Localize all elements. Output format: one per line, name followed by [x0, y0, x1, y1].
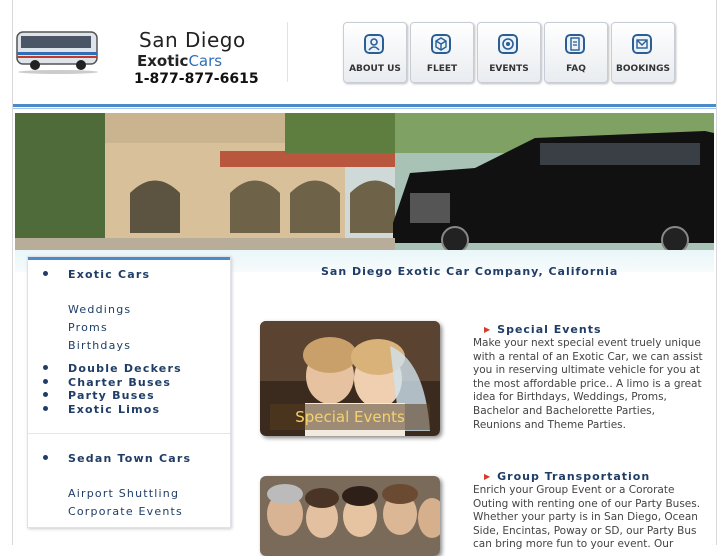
box-icon — [431, 34, 451, 54]
banner-image — [15, 113, 714, 250]
nav-label: ABOUT US — [349, 64, 401, 74]
envelope-icon — [632, 34, 652, 54]
arrow-right-icon: ▶ — [484, 472, 492, 481]
group-transportation-heading[interactable]: ▶ Group Transportation — [484, 470, 650, 483]
sidebar-menu: Exotic Cars Weddings Proms Birthdays Dou… — [27, 256, 231, 528]
sidebar-item-sedan-town-cars[interactable]: Sedan Town Cars — [68, 452, 191, 465]
sidebar-accent-line — [28, 257, 230, 260]
phone-number: 1-877-877-6615 — [134, 71, 259, 87]
photo-caption: Special Events — [270, 404, 430, 430]
bullet-icon — [43, 392, 48, 397]
special-events-text: Make your next special event truely uniq… — [473, 337, 703, 431]
bullet-icon — [43, 379, 48, 384]
tagline: San Diego Exotic Car Company, California — [321, 265, 619, 278]
bus-logo-icon — [16, 31, 98, 74]
special-events-heading[interactable]: ▶ Special Events — [484, 323, 602, 336]
group-transportation-photo[interactable] — [260, 476, 440, 556]
document-icon — [565, 34, 585, 54]
header-divider — [287, 22, 288, 82]
bullet-icon — [43, 455, 48, 460]
nav-label: BOOKINGS — [616, 64, 670, 74]
special-events-photo[interactable]: Special Events — [260, 321, 440, 436]
header-accent-line-thin — [13, 108, 716, 109]
sidebar-item-charter-buses[interactable]: Charter Buses — [68, 376, 171, 389]
header-accent-line — [13, 104, 716, 107]
nav-label: FAQ — [566, 64, 586, 74]
group-transportation-image — [260, 476, 440, 556]
sidebar-item-weddings[interactable]: Weddings — [68, 303, 131, 316]
special-events-title: Special Events — [497, 323, 602, 336]
sidebar-divider — [28, 433, 230, 434]
page: San Diego ExoticCars 1-877-877-6615 ABOU… — [12, 0, 717, 556]
sidebar-item-proms[interactable]: Proms — [68, 321, 108, 334]
sidebar-item-birthdays[interactable]: Birthdays — [68, 339, 131, 352]
header: San Diego ExoticCars 1-877-877-6615 ABOU… — [13, 0, 716, 104]
nav-label: EVENTS — [489, 64, 529, 74]
sidebar-item-airport-shuttling[interactable]: Airport Shuttling — [68, 487, 179, 500]
arrow-right-icon: ▶ — [484, 325, 492, 334]
logo-sub-exotic: Exotic — [137, 52, 189, 70]
nav-events-button[interactable]: EVENTS — [477, 22, 541, 83]
sidebar-item-corporate-events[interactable]: Corporate Events — [68, 505, 183, 518]
logo-subtitle: ExoticCars — [137, 52, 222, 70]
logo-title: San Diego — [139, 28, 246, 52]
group-transportation-text: Enrich your Group Event or a Cororate Ou… — [473, 484, 701, 551]
sidebar-item-party-buses[interactable]: Party Buses — [68, 389, 155, 402]
group-transportation-title: Group Transportation — [497, 470, 651, 483]
logo-sub-cars: Cars — [188, 52, 223, 70]
bullet-icon — [43, 271, 48, 276]
bullet-icon — [43, 365, 48, 370]
nav-faq-button[interactable]: FAQ — [544, 22, 608, 83]
sidebar-item-exotic-cars[interactable]: Exotic Cars — [68, 268, 150, 281]
bullet-icon — [43, 406, 48, 411]
nav-bookings-button[interactable]: BOOKINGS — [611, 22, 675, 83]
sidebar-item-double-deckers[interactable]: Double Deckers — [68, 362, 182, 375]
nav-label: FLEET — [426, 64, 458, 74]
person-icon — [364, 34, 384, 54]
nav-fleet-button[interactable]: FLEET — [410, 22, 474, 83]
nav-about-us-button[interactable]: ABOUT US — [343, 22, 407, 83]
sidebar-item-exotic-limos[interactable]: Exotic Limos — [68, 403, 160, 416]
target-icon — [498, 34, 518, 54]
